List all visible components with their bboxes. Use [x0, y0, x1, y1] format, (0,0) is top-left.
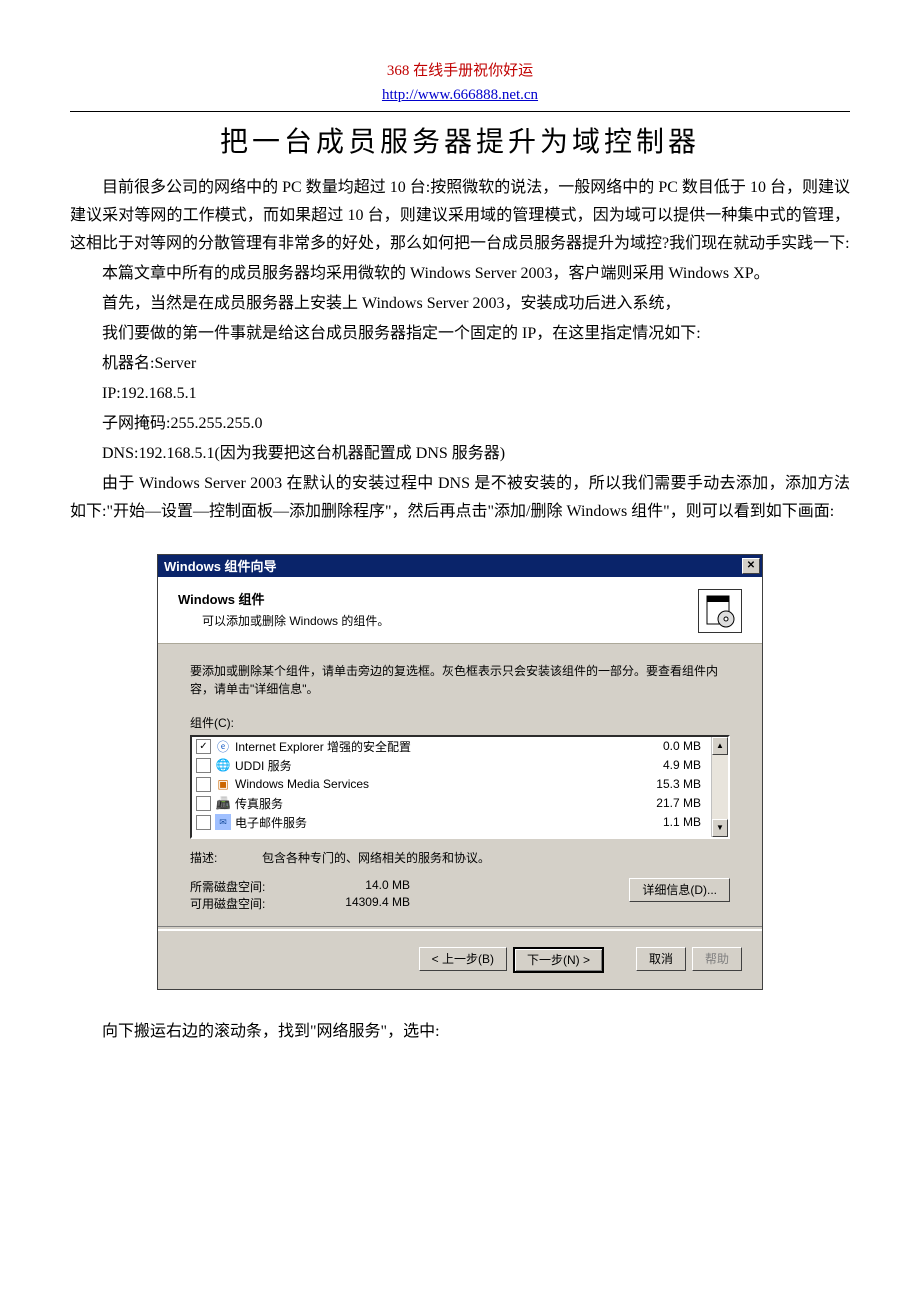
paragraph: 机器名:Server	[70, 350, 850, 378]
spacer	[610, 947, 630, 973]
paragraph: 目前很多公司的网络中的 PC 数量均超过 10 台:按照微软的说法，一般网络中的…	[70, 174, 850, 258]
checkbox-checked-icon[interactable]: ✓	[196, 739, 211, 754]
paragraph: IP:192.168.5.1	[70, 380, 850, 408]
media-services-icon: ▣	[215, 776, 231, 792]
paragraph: 子网掩码:255.255.255.0	[70, 410, 850, 438]
scroll-down-button[interactable]: ▼	[712, 819, 728, 837]
dialog-title: Windows 组件向导	[164, 556, 277, 575]
checkbox-unchecked-icon[interactable]	[196, 758, 211, 773]
header-red-text: 368 在线手册祝你好运	[70, 60, 850, 83]
checkbox-unchecked-icon[interactable]	[196, 796, 211, 811]
page-header: 368 在线手册祝你好运 http://www.666888.net.cn	[70, 60, 850, 107]
details-button-wrap: 详细信息(D)...	[629, 878, 730, 912]
cancel-button[interactable]: 取消	[636, 947, 686, 971]
components-listbox[interactable]: ✓ ⓔ Internet Explorer 增强的安全配置 0.0 MB 🌐 U…	[190, 735, 730, 839]
windows-components-wizard-dialog: Windows 组件向导 ✕ Windows 组件 可以添加或删除 Window…	[157, 554, 763, 990]
dialog-header-text: Windows 组件 可以添加或删除 Windows 的组件。	[178, 589, 389, 629]
paragraph: 首先，当然是在成员服务器上安装上 Windows Server 2003，安装成…	[70, 290, 850, 318]
close-button[interactable]: ✕	[742, 558, 760, 574]
component-name: 电子邮件服务	[235, 814, 631, 831]
space-required-value: 14.0 MB	[300, 878, 450, 895]
description-row: 描述: 包含各种专门的、网络相关的服务和协议。	[190, 849, 730, 866]
disk-space-values: 所需磁盘空间: 14.0 MB 可用磁盘空间: 14309.4 MB	[190, 878, 629, 912]
mail-icon: ✉	[215, 814, 231, 830]
page-title: 把一台成员服务器提升为域控制器	[70, 120, 850, 160]
body-text-after: 向下搬运右边的滚动条，找到"网络服务"，选中:	[70, 1018, 850, 1046]
paragraph: DNS:192.168.5.1(因为我要把这台机器配置成 DNS 服务器)	[70, 440, 850, 468]
header-divider	[70, 111, 850, 112]
paragraph: 我们要做的第一件事就是给这台成员服务器指定一个固定的 IP，在这里指定情况如下:	[70, 320, 850, 348]
paragraph: 向下搬运右边的滚动条，找到"网络服务"，选中:	[70, 1018, 850, 1046]
component-size: 21.7 MB	[631, 796, 705, 810]
back-button[interactable]: < 上一步(B)	[419, 947, 507, 971]
dialog-instruction: 要添加或删除某个组件，请单击旁边的复选框。灰色框表示只会安装该组件的一部分。要查…	[190, 662, 730, 698]
component-size: 15.3 MB	[631, 777, 705, 791]
component-size: 4.9 MB	[631, 758, 705, 772]
scroll-up-button[interactable]: ▲	[712, 737, 728, 755]
scroll-track[interactable]	[712, 755, 728, 819]
cd-box-icon	[698, 589, 742, 633]
component-name: 传真服务	[235, 795, 631, 812]
disk-space-section: 所需磁盘空间: 14.0 MB 可用磁盘空间: 14309.4 MB 详细信息(…	[190, 878, 730, 912]
checkbox-unchecked-icon[interactable]	[196, 777, 211, 792]
component-name: UDDI 服务	[235, 757, 631, 774]
paragraph: 由于 Windows Server 2003 在默认的安装过程中 DNS 是不被…	[70, 470, 850, 526]
components-rows: ✓ ⓔ Internet Explorer 增强的安全配置 0.0 MB 🌐 U…	[192, 737, 711, 837]
details-button[interactable]: 详细信息(D)...	[629, 878, 730, 902]
component-name: Internet Explorer 增强的安全配置	[235, 738, 631, 755]
component-row[interactable]: ✉ 电子邮件服务 1.1 MB	[192, 813, 711, 832]
space-available-label: 可用磁盘空间:	[190, 895, 300, 912]
listbox-scrollbar[interactable]: ▲ ▼	[711, 737, 728, 837]
dialog-header-panel: Windows 组件 可以添加或删除 Windows 的组件。	[158, 577, 762, 644]
component-row[interactable]: 📠 传真服务 21.7 MB	[192, 794, 711, 813]
component-size: 1.1 MB	[631, 815, 705, 829]
body-text: 目前很多公司的网络中的 PC 数量均超过 10 台:按照微软的说法，一般网络中的…	[70, 174, 850, 526]
component-row[interactable]: 🌐 UDDI 服务 4.9 MB	[192, 756, 711, 775]
document-page: 368 在线手册祝你好运 http://www.666888.net.cn 把一…	[0, 0, 920, 1088]
component-row[interactable]: ✓ ⓔ Internet Explorer 增强的安全配置 0.0 MB	[192, 737, 711, 756]
help-button[interactable]: 帮助	[692, 947, 742, 971]
next-button[interactable]: 下一步(N) >	[513, 947, 604, 973]
dialog-header-subtitle: 可以添加或删除 Windows 的组件。	[202, 612, 389, 629]
dialog-body: 要添加或删除某个组件，请单击旁边的复选框。灰色框表示只会安装该组件的一部分。要查…	[158, 644, 762, 926]
component-row[interactable]: ▣ Windows Media Services 15.3 MB	[192, 775, 711, 794]
header-url-link[interactable]: http://www.666888.net.cn	[382, 87, 538, 103]
checkbox-unchecked-icon[interactable]	[196, 815, 211, 830]
dialog-titlebar[interactable]: Windows 组件向导 ✕	[158, 555, 762, 577]
ie-icon: ⓔ	[215, 738, 231, 754]
component-name: Windows Media Services	[235, 777, 631, 791]
dialog-header-title: Windows 组件	[178, 589, 389, 608]
description-label: 描述:	[190, 849, 262, 866]
component-size: 0.0 MB	[631, 739, 705, 753]
description-value: 包含各种专门的、网络相关的服务和协议。	[262, 849, 730, 866]
space-available-value: 14309.4 MB	[300, 895, 450, 912]
globe-icon: 🌐	[215, 757, 231, 773]
fax-icon: 📠	[215, 795, 231, 811]
dialog-wrapper: Windows 组件向导 ✕ Windows 组件 可以添加或删除 Window…	[70, 554, 850, 990]
components-label: 组件(C):	[190, 714, 730, 731]
dialog-footer: < 上一步(B) 下一步(N) > 取消 帮助	[158, 930, 762, 989]
paragraph: 本篇文章中所有的成员服务器均采用微软的 Windows Server 2003，…	[70, 260, 850, 288]
space-required-label: 所需磁盘空间:	[190, 878, 300, 895]
